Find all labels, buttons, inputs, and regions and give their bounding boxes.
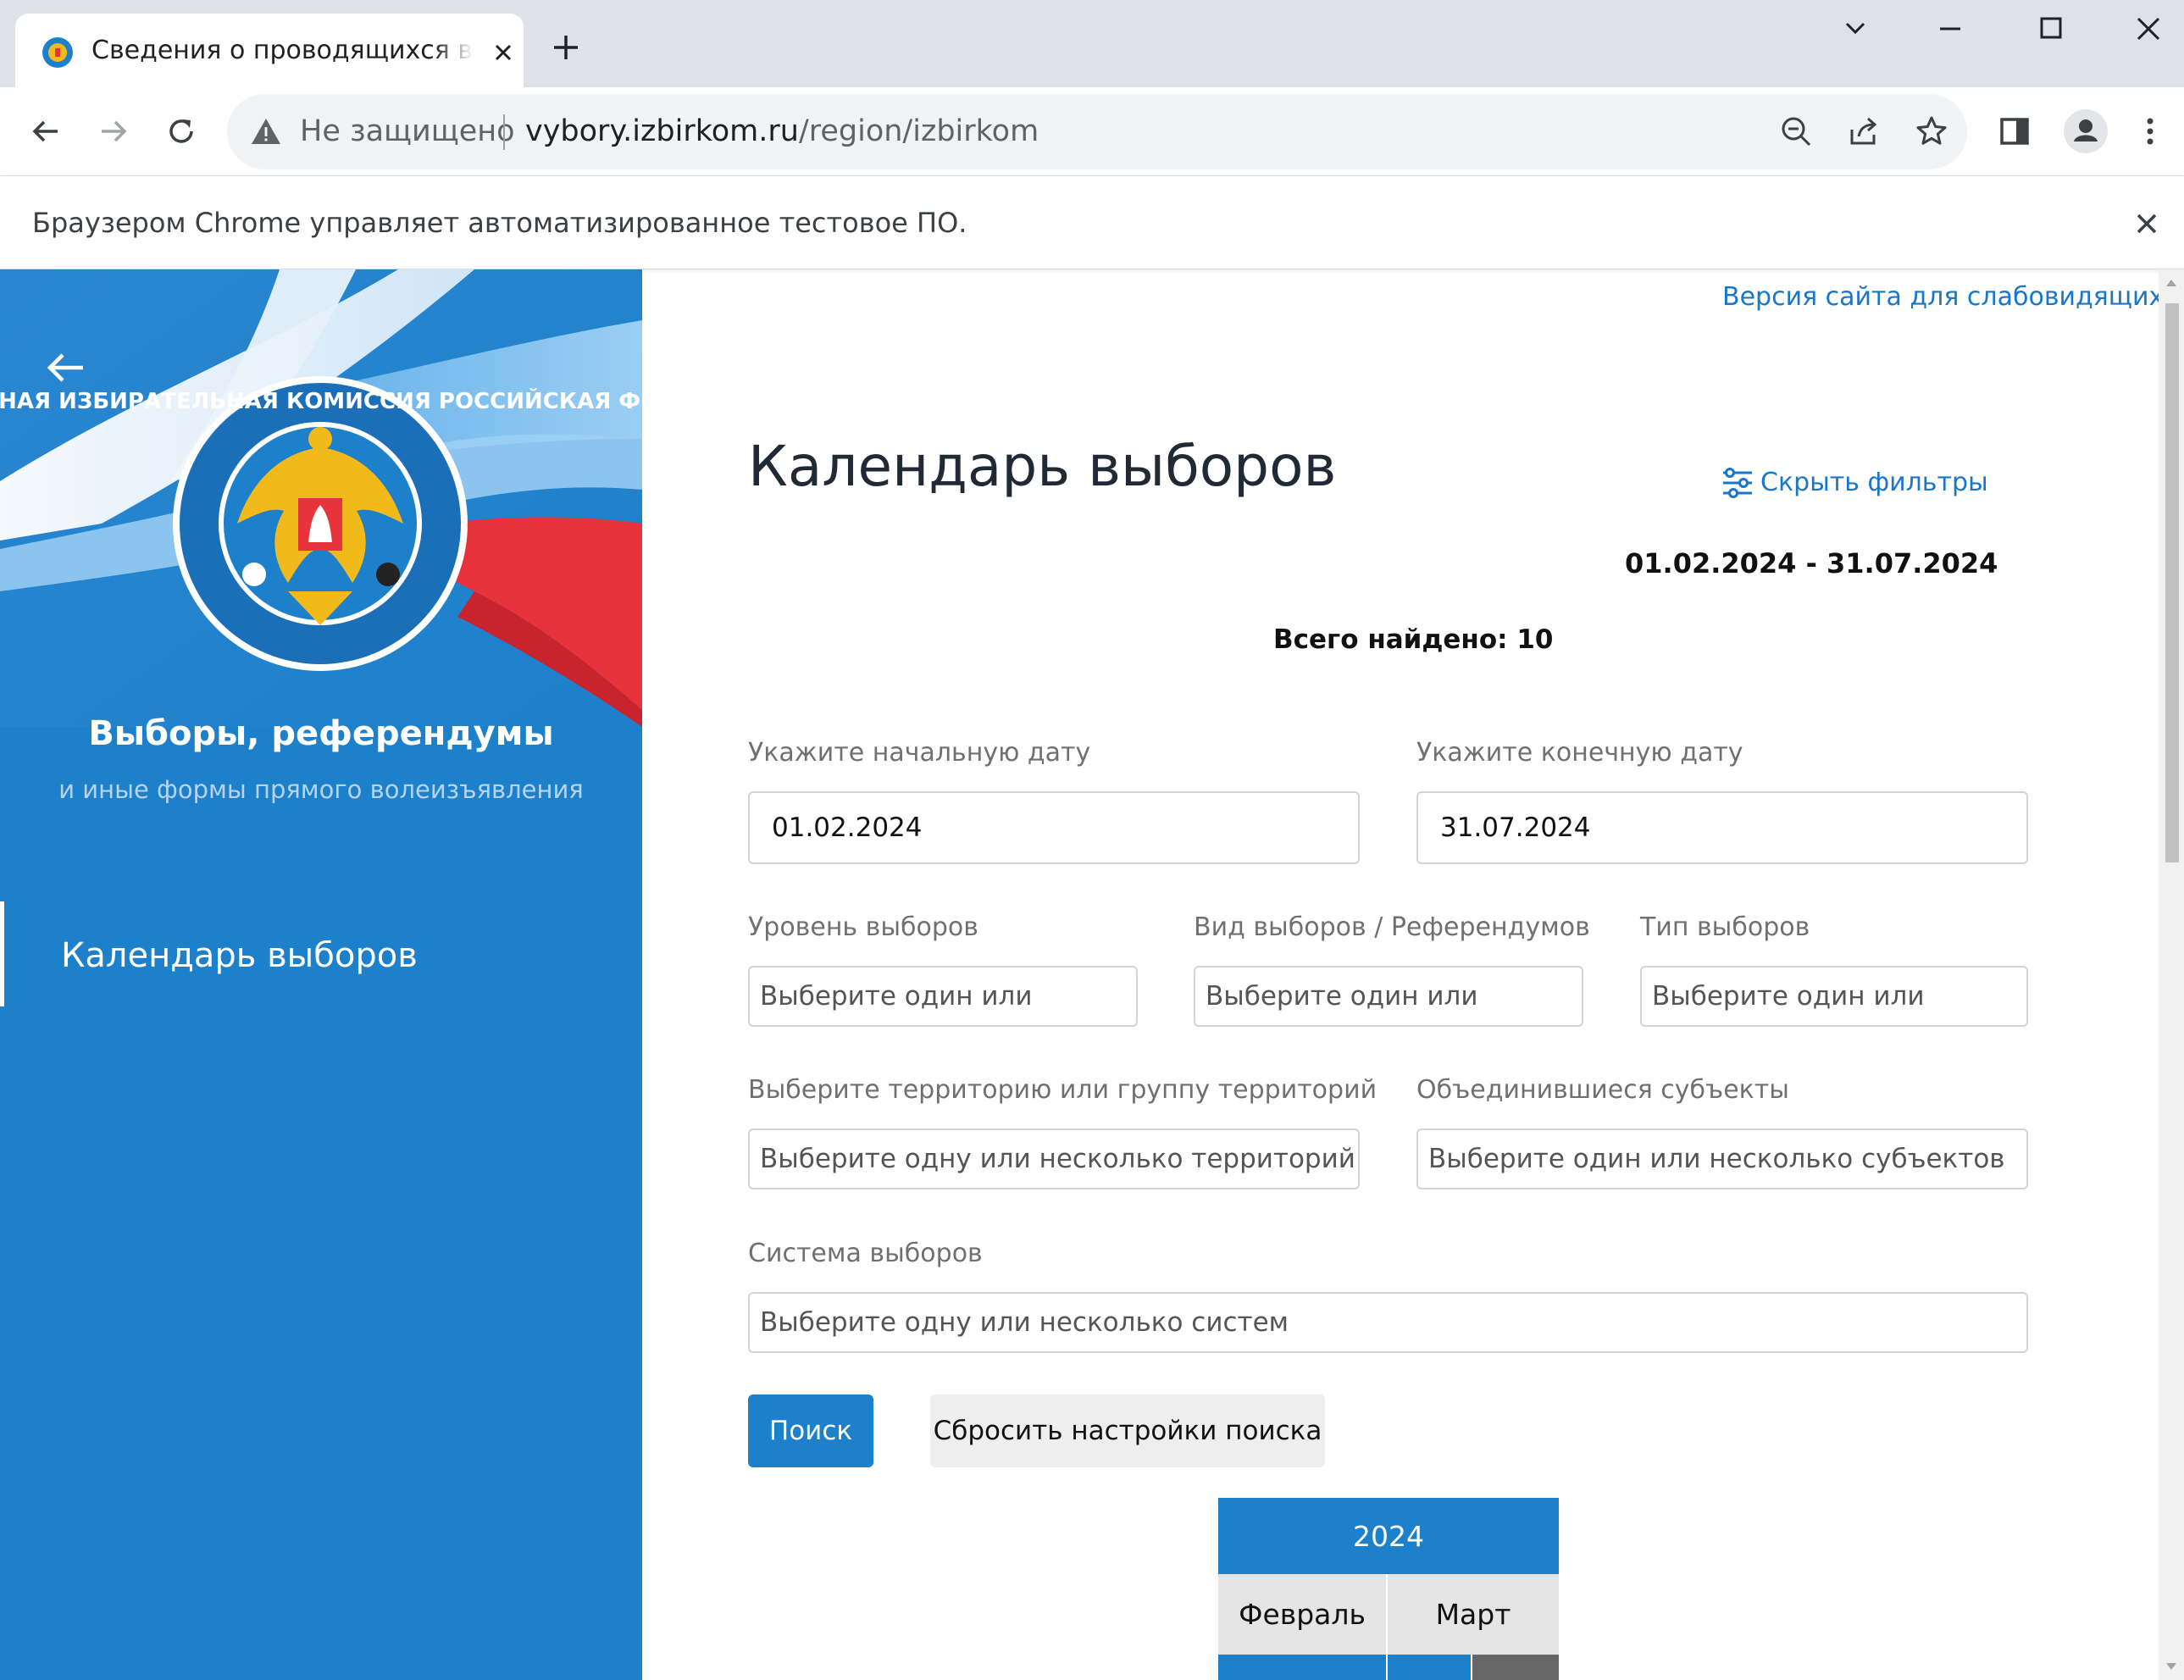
scrollbar-thumb[interactable] bbox=[2165, 303, 2179, 862]
calendar-cell[interactable] bbox=[1218, 1655, 1388, 1680]
back-arrow-icon[interactable] bbox=[42, 344, 90, 391]
calendar-year-header: 2024 bbox=[1218, 1498, 1559, 1574]
url-text[interactable]: vybory.izbirkom.ru/region/izbirkom bbox=[525, 111, 1039, 152]
scroll-down-icon[interactable] bbox=[2165, 1661, 2178, 1672]
browser-tabstrip: Сведения о проводящихся выборах bbox=[0, 0, 2184, 87]
forward-arrow-icon[interactable] bbox=[95, 113, 132, 150]
close-window-icon[interactable] bbox=[2123, 10, 2174, 47]
chevron-down-icon[interactable] bbox=[1830, 10, 1881, 47]
election-system-label: Система выборов bbox=[748, 1239, 983, 1268]
sidebar-title: Выборы, референдумы bbox=[88, 714, 554, 753]
warning-icon[interactable] bbox=[249, 114, 283, 148]
close-icon[interactable] bbox=[486, 36, 520, 69]
automation-notice: Браузером Chrome управляет автоматизиров… bbox=[32, 207, 967, 239]
election-kind-select[interactable]: Выберите один или bbox=[1194, 966, 1583, 1027]
zoom-out-icon[interactable] bbox=[1777, 113, 1815, 150]
merged-subjects-select[interactable]: Выберите один или несколько субъектов bbox=[1416, 1128, 2028, 1189]
territory-select[interactable]: Выберите одну или несколько территорий bbox=[748, 1128, 1360, 1189]
territory-label: Выберите территорию или группу территори… bbox=[748, 1075, 1377, 1105]
automation-infobar: Браузером Chrome управляет автоматизиров… bbox=[0, 176, 2184, 269]
flag-banner-image: ЦЕНТРАЛЬНАЯ ИЗБИРАТЕЛЬНАЯ КОМИССИЯ РОССИ… bbox=[0, 269, 642, 727]
sidebar: ЦЕНТРАЛЬНАЯ ИЗБИРАТЕЛЬНАЯ КОМИССИЯ РОССИ… bbox=[0, 269, 642, 1680]
emblem-ring-label: ЦЕНТРАЛЬНАЯ ИЗБИРАТЕЛЬНАЯ КОМИССИЯ РОССИ… bbox=[0, 387, 642, 414]
sidebar-item-election-calendar[interactable]: Календарь выборов bbox=[0, 901, 642, 1006]
plus-icon[interactable] bbox=[549, 30, 583, 64]
sidebar-item-label: Календарь выборов bbox=[61, 936, 418, 975]
sidebar-subtitle: и иные формы прямого волеизъявления bbox=[58, 775, 584, 804]
total-found: Всего найдено: 10 bbox=[1273, 624, 1554, 655]
share-icon[interactable] bbox=[1845, 113, 1882, 150]
election-system-select[interactable]: Выберите одну или несколько систем bbox=[748, 1292, 2028, 1353]
page-scrollbar[interactable] bbox=[2159, 269, 2184, 1680]
main-content: Версия сайта для слабовидящих Календарь … bbox=[642, 269, 2164, 1680]
profile-icon[interactable] bbox=[2064, 109, 2108, 153]
calendar-cell[interactable] bbox=[1472, 1655, 1559, 1680]
election-level-select[interactable]: Выберите один или bbox=[748, 966, 1138, 1027]
minimize-icon[interactable] bbox=[1925, 10, 1976, 47]
sliders-icon bbox=[1723, 468, 1752, 498]
browser-toolbar: Не защищено vybory.izbirkom.ru/region/iz… bbox=[0, 87, 2184, 176]
end-date-input[interactable]: 31.07.2024 bbox=[1416, 791, 2028, 864]
url-path: /region/izbirkom bbox=[798, 114, 1039, 148]
star-icon[interactable] bbox=[1913, 113, 1950, 150]
accessibility-version-link[interactable]: Версия сайта для слабовидящих bbox=[1722, 276, 2164, 319]
active-indicator bbox=[0, 901, 4, 1006]
url-host: vybory.izbirkom.ru bbox=[525, 114, 799, 148]
date-range-summary: 01.02.2024 - 31.07.2024 bbox=[1625, 547, 1998, 579]
scroll-up-icon[interactable] bbox=[2165, 278, 2178, 288]
back-arrow-icon[interactable] bbox=[27, 113, 64, 150]
election-level-label: Уровень выборов bbox=[748, 912, 978, 942]
omnibox-separator bbox=[503, 114, 505, 150]
hide-filters-button[interactable]: Скрыть фильтры bbox=[1720, 461, 1988, 505]
address-bar[interactable]: Не защищено vybory.izbirkom.ru/region/iz… bbox=[227, 94, 1967, 169]
maximize-icon[interactable] bbox=[2025, 10, 2076, 47]
hide-filters-label: Скрыть фильтры bbox=[1760, 468, 1988, 497]
reset-search-button[interactable]: Сбросить настройки поиска bbox=[930, 1394, 1325, 1467]
security-label[interactable]: Не защищено bbox=[300, 111, 515, 152]
election-kind-label: Вид выборов / Референдумов bbox=[1194, 912, 1590, 942]
reload-icon[interactable] bbox=[163, 113, 200, 150]
start-date-input[interactable]: 01.02.2024 bbox=[748, 791, 1360, 864]
merged-subjects-label: Объединившиеся субъекты bbox=[1416, 1075, 1789, 1105]
browser-tab[interactable]: Сведения о проводящихся выборах bbox=[15, 14, 524, 87]
start-date-label: Укажите начальную дату bbox=[748, 738, 1091, 768]
end-date-label: Укажите конечную дату bbox=[1416, 738, 1743, 768]
infobar-close-icon[interactable] bbox=[2128, 205, 2165, 242]
calendar-cell[interactable] bbox=[1388, 1655, 1472, 1680]
calendar-month-march: Март bbox=[1388, 1574, 1559, 1655]
search-button[interactable]: Поиск bbox=[748, 1394, 873, 1467]
page-title: Календарь выборов bbox=[748, 434, 1337, 499]
election-type-label: Тип выборов bbox=[1640, 912, 1810, 942]
side-panel-icon[interactable] bbox=[1996, 113, 2033, 150]
calendar-month-february: Февраль bbox=[1218, 1574, 1388, 1655]
election-type-select[interactable]: Выберите один или bbox=[1640, 966, 2028, 1027]
kebab-menu-icon[interactable] bbox=[2131, 113, 2169, 150]
favicon-icon bbox=[42, 37, 73, 68]
tab-title: Сведения о проводящихся выборах bbox=[91, 36, 473, 65]
